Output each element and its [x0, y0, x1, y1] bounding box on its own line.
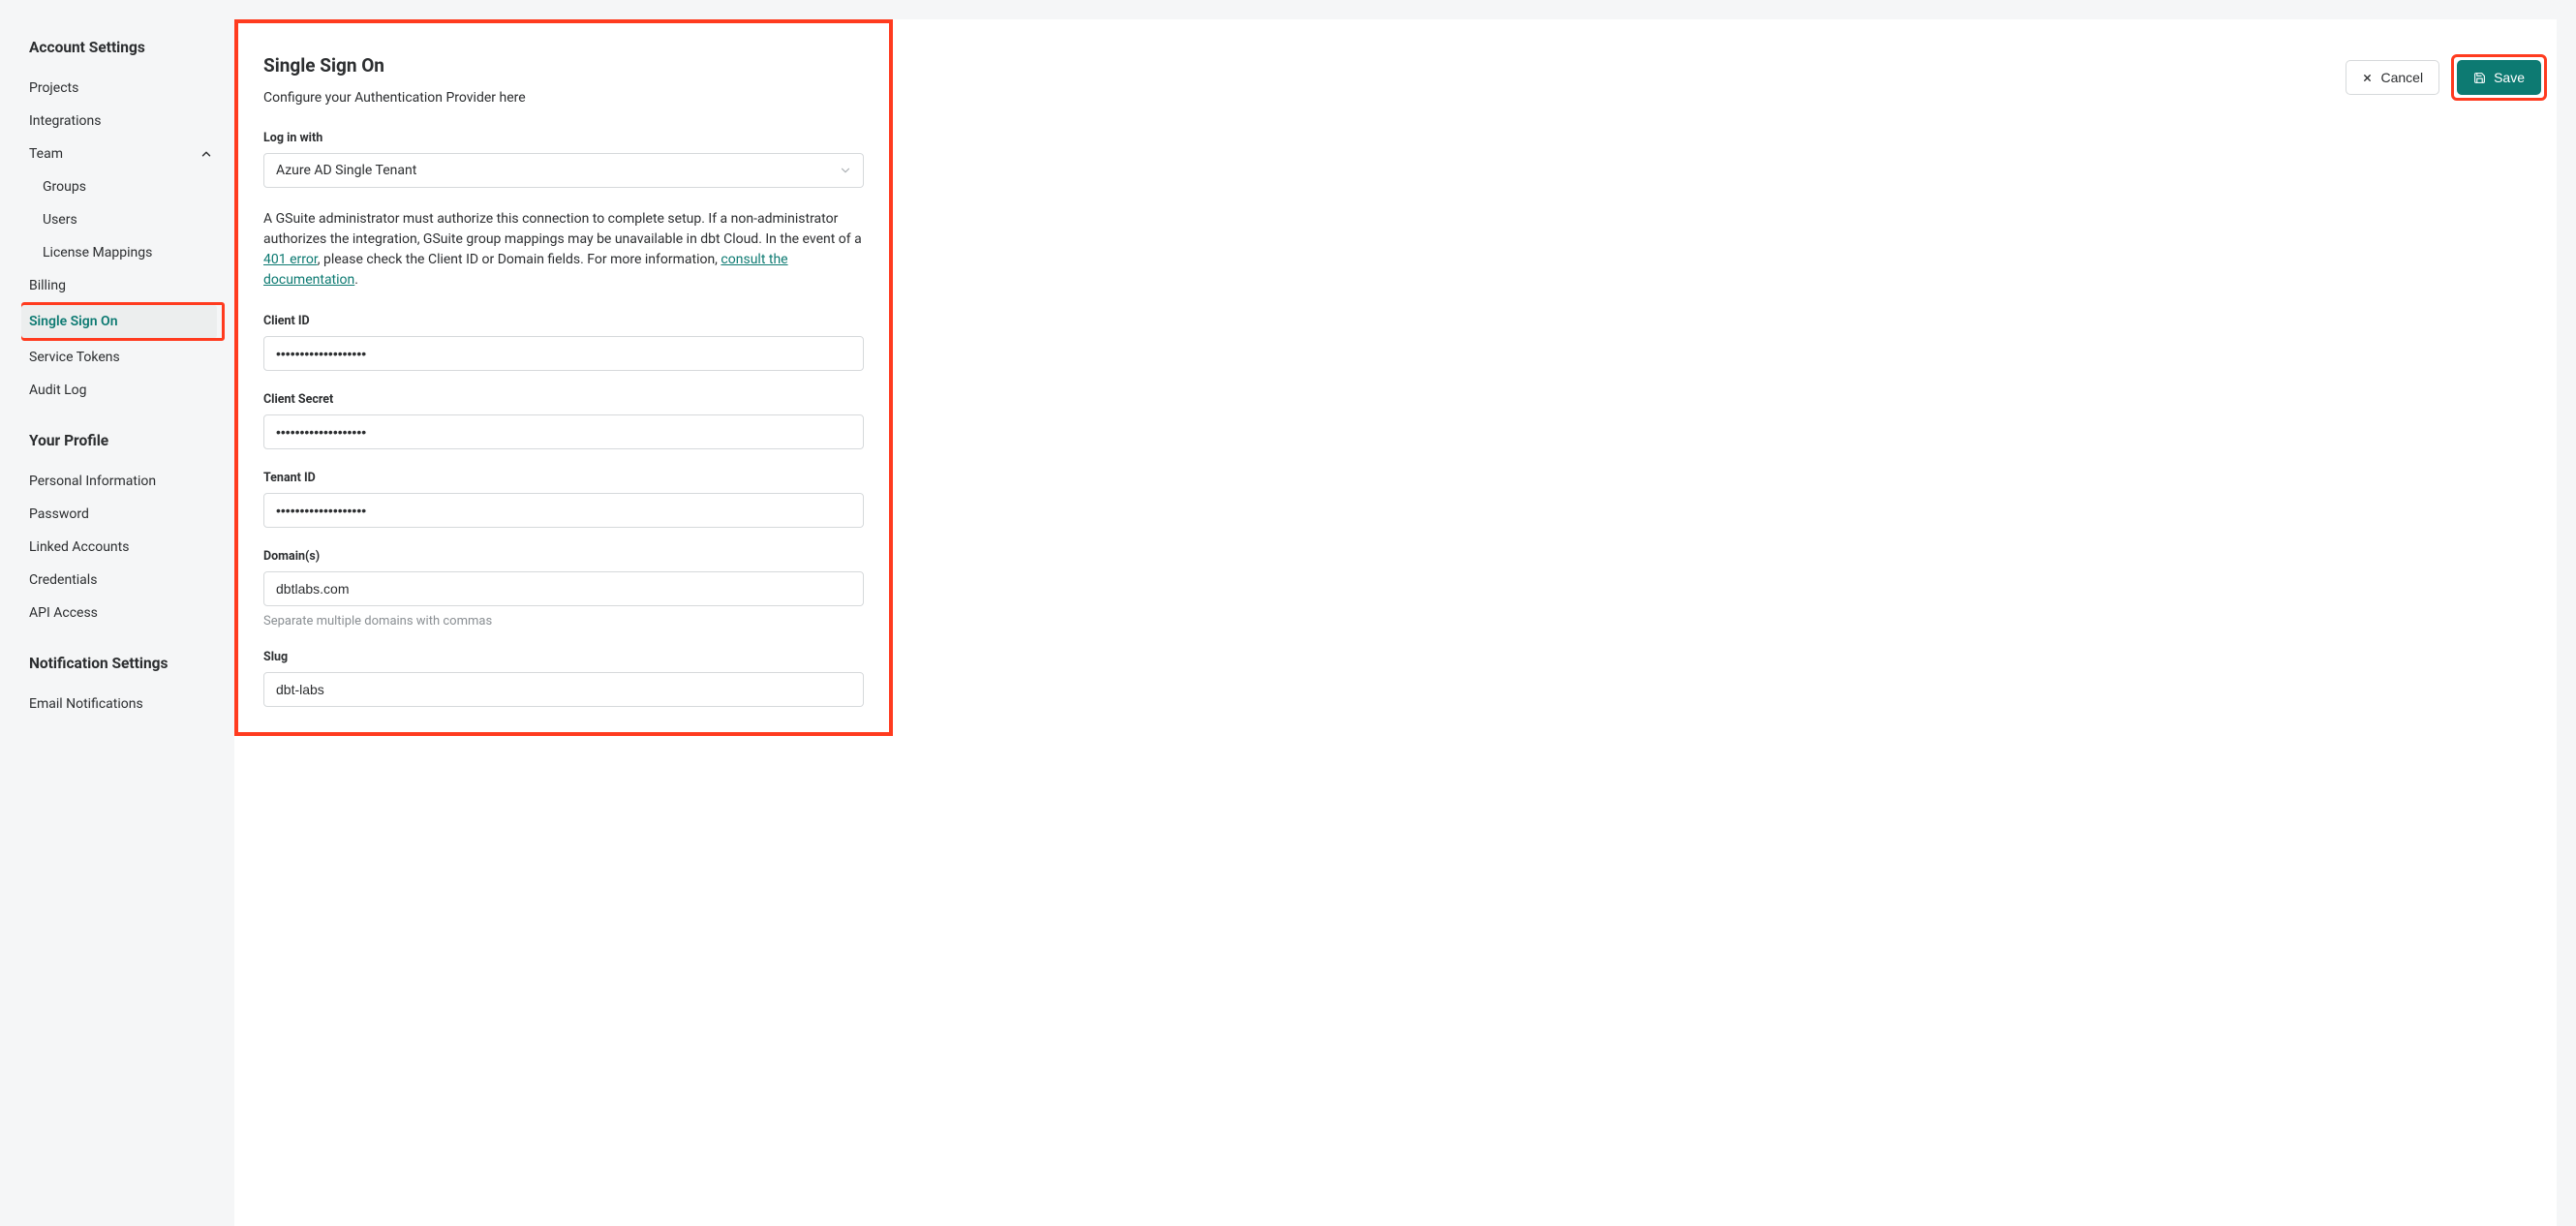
domains-help: Separate multiple domains with commas — [263, 614, 864, 628]
sidebar-item-personal-info[interactable]: Personal Information — [29, 465, 225, 498]
info-text-3: . — [354, 272, 358, 288]
section-account-settings: Account Settings — [29, 39, 225, 56]
sidebar-item-team[interactable]: Team — [29, 138, 225, 170]
sidebar-item-label: Groups — [43, 179, 86, 195]
sidebar-item-integrations[interactable]: Integrations — [29, 105, 225, 138]
sidebar-item-license-mappings[interactable]: License Mappings — [29, 236, 225, 269]
domains-label: Domain(s) — [263, 549, 864, 564]
sidebar-item-users[interactable]: Users — [29, 203, 225, 236]
client-secret-input[interactable] — [263, 414, 864, 449]
sidebar-item-audit-log[interactable]: Audit Log — [29, 374, 225, 407]
sidebar-item-label: Service Tokens — [29, 350, 120, 365]
sidebar: Account Settings Projects Integrations T… — [0, 0, 225, 1226]
sidebar-item-groups[interactable]: Groups — [29, 170, 225, 203]
sidebar-item-label: Email Notifications — [29, 696, 143, 712]
section-your-profile: Your Profile — [29, 432, 225, 449]
info-text-1: A GSuite administrator must authorize th… — [263, 211, 862, 247]
main-panel: Single Sign On Configure your Authentica… — [234, 19, 2557, 1226]
sidebar-item-label: Linked Accounts — [29, 539, 129, 555]
sidebar-item-billing[interactable]: Billing — [29, 269, 225, 302]
save-label: Save — [2494, 70, 2525, 85]
login-with-label: Log in with — [263, 131, 864, 145]
domains-input[interactable] — [263, 571, 864, 606]
sidebar-item-api-access[interactable]: API Access — [29, 597, 225, 629]
save-button[interactable]: Save — [2457, 60, 2541, 95]
sidebar-item-projects[interactable]: Projects — [29, 72, 225, 105]
sidebar-item-password[interactable]: Password — [29, 498, 225, 531]
client-secret-label: Client Secret — [263, 392, 864, 407]
info-paragraph: A GSuite administrator must authorize th… — [263, 209, 864, 291]
sidebar-item-label: Personal Information — [29, 474, 156, 489]
sidebar-item-label: Single Sign On — [29, 314, 118, 329]
slug-label: Slug — [263, 650, 864, 664]
page-subtitle: Configure your Authentication Provider h… — [263, 90, 864, 106]
cancel-button[interactable]: Cancel — [2346, 60, 2439, 95]
sidebar-item-label: Password — [29, 506, 89, 522]
close-icon — [2362, 73, 2373, 83]
link-401-error[interactable]: 401 error — [263, 252, 318, 267]
sidebar-item-label: Projects — [29, 80, 78, 96]
slug-input[interactable] — [263, 672, 864, 707]
sidebar-item-linked-accounts[interactable]: Linked Accounts — [29, 531, 225, 564]
tenant-id-label: Tenant ID — [263, 471, 864, 485]
sidebar-item-label: Credentials — [29, 572, 97, 588]
sidebar-item-label: API Access — [29, 605, 98, 621]
tenant-id-input[interactable] — [263, 493, 864, 528]
client-id-input[interactable] — [263, 336, 864, 371]
save-icon — [2473, 72, 2486, 84]
client-id-label: Client ID — [263, 314, 864, 328]
chevron-up-icon — [199, 147, 213, 161]
sidebar-item-label: Audit Log — [29, 383, 87, 398]
sso-form: Single Sign On Configure your Authentica… — [234, 19, 893, 1226]
login-with-select[interactable]: Azure AD Single Tenant — [263, 153, 864, 188]
sidebar-item-label: License Mappings — [43, 245, 152, 261]
sidebar-item-label: Billing — [29, 278, 66, 293]
action-bar: Cancel Save — [2346, 54, 2547, 101]
page-title: Single Sign On — [263, 54, 864, 77]
sidebar-item-credentials[interactable]: Credentials — [29, 564, 225, 597]
sidebar-item-label: Users — [43, 212, 77, 228]
info-text-2: , please check the Client ID or Domain f… — [318, 252, 721, 267]
sidebar-item-sso[interactable]: Single Sign On — [21, 305, 217, 338]
section-notification-settings: Notification Settings — [29, 655, 225, 672]
sidebar-item-email-notifications[interactable]: Email Notifications — [29, 688, 225, 720]
login-with-value: Azure AD Single Tenant — [276, 163, 416, 178]
cancel-label: Cancel — [2380, 70, 2423, 85]
sidebar-item-label: Team — [29, 146, 63, 162]
sidebar-item-service-tokens[interactable]: Service Tokens — [29, 341, 225, 374]
sidebar-item-label: Integrations — [29, 113, 101, 129]
